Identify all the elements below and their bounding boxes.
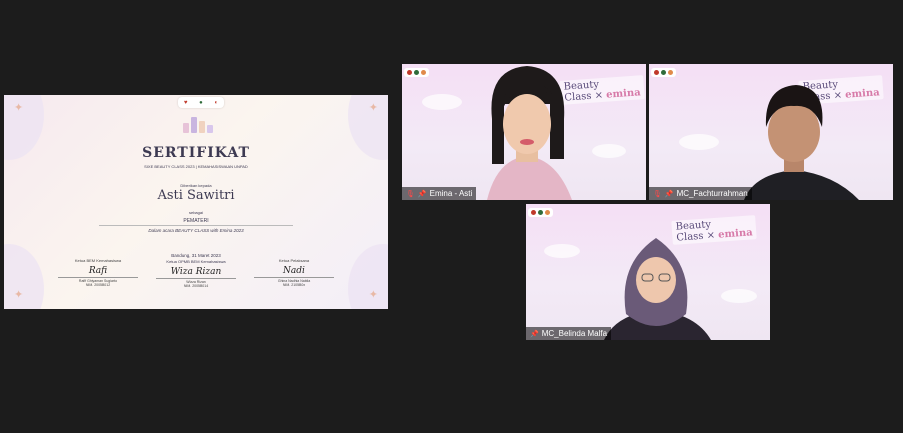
sparkle-icon: ✦ — [368, 102, 378, 114]
sparkle-icon: ✦ — [14, 289, 24, 301]
sparkle-icon: ✦ — [14, 102, 24, 114]
participant-tile[interactable]: Beauty Class × emina 🎙 📌 Emina - Asti — [402, 64, 646, 200]
participant-name-bar: 🎙 📌 Emina - Asti — [402, 187, 477, 200]
sponsor-logos — [528, 208, 553, 217]
signer-role: Ketua BEM Kemahasiswa — [74, 258, 122, 263]
shared-screen-certificate[interactable]: ✦ ✦ ✦ ✦ ♥ ● ◐ SERTIFIKAT SIXE BEAUTY CLASS… — [4, 95, 388, 309]
participant-name: Emina - Asti — [429, 189, 473, 198]
cloud-decoration — [721, 289, 757, 303]
participant-name-bar: 🎙 📌 MC_Fachturrahman — [649, 187, 752, 200]
pin-icon: 📌 — [530, 330, 539, 338]
signer-nim: NIM. 2005B012 — [85, 283, 111, 287]
pin-icon: 📌 — [417, 190, 427, 198]
cloud-decoration — [422, 94, 462, 110]
as-label: sebagai — [188, 210, 203, 215]
divider — [99, 225, 293, 226]
participant-tile[interactable]: Beauty Class × emina 📌 MC_Belinda Malfa — [526, 204, 770, 340]
mic-muted-icon: 🎙 — [406, 190, 415, 198]
signer-role: Ketua Pelaksana — [278, 258, 310, 263]
sponsor-logos: ♥ ● ◐ — [178, 97, 224, 108]
certificate-subtitle: SIXE BEAUTY CLASS 2023 | KEMAHASISWAAN U… — [144, 164, 248, 169]
signer-nim: NIM. 2105B0x — [282, 283, 306, 287]
participant-tile[interactable]: Beauty Class × emina 🎙 📌 MC_Fachturrahma… — [649, 64, 893, 200]
signer-nim: NIM. 2005B014 — [183, 284, 209, 288]
cloud-decoration — [544, 244, 580, 258]
right-signature-block: Ketua Pelaksana Nadi Ghina Nadhia Nabila… — [254, 258, 334, 287]
participant-name-bar: 📌 MC_Belinda Malfa — [526, 327, 612, 340]
participant-name: MC_Fachturrahman — [676, 189, 748, 198]
mic-muted-icon: 🎙 — [653, 190, 662, 198]
signature: Wiza Rizan — [170, 267, 222, 277]
participant-name: MC_Belinda Malfa — [541, 329, 608, 338]
sponsor-logos — [651, 68, 676, 77]
sponsor-logos — [404, 68, 429, 77]
signature: Rafi — [88, 266, 108, 276]
event-line: Dalam acara BEAUTY CLASS with Emina 2023 — [148, 228, 244, 233]
signature: Nadi — [283, 266, 305, 276]
cosmetics-illustration — [179, 115, 217, 133]
left-signature-block: Ketua BEM Kemahasiswa Rafi Rafif Ghiyama… — [58, 258, 138, 287]
center-signature-block: Wiza Rizan Wizza Rizan NIM. 2005B014 — [156, 264, 236, 288]
role-label: PEMATERI — [183, 218, 209, 224]
participant-video — [604, 238, 711, 340]
sparkle-icon: ✦ — [368, 289, 378, 301]
cloud-decoration — [679, 134, 719, 150]
participant-video — [744, 85, 859, 200]
certificate-title: SERTIFIKAT — [142, 145, 250, 161]
cloud-decoration — [592, 144, 626, 158]
pin-icon: 📌 — [664, 190, 674, 198]
recipient-name: Asti Sawitri — [157, 188, 235, 203]
participant-video — [487, 66, 572, 200]
